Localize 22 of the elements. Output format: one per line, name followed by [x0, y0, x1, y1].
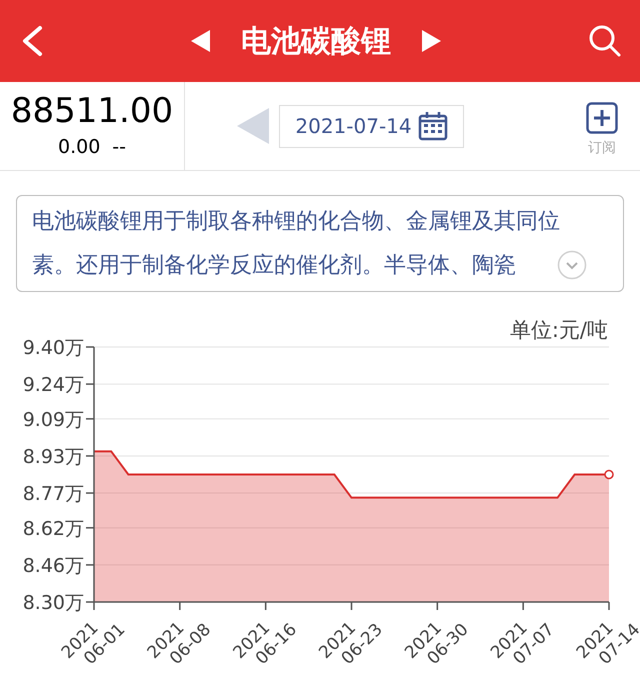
change-percent: --	[112, 134, 126, 160]
y-tick-label: 8.30万	[22, 592, 84, 614]
y-tick-label: 8.46万	[22, 554, 84, 577]
y-tick-label: 8.62万	[22, 518, 84, 540]
page-title: 电池碳酸锂	[241, 22, 391, 60]
calendar-icon[interactable]	[418, 111, 448, 141]
unit-label: 单位:元/吨	[510, 317, 608, 344]
y-tick-label: 9.40万	[22, 337, 84, 359]
description-text: 电池碳酸锂用于制取各种锂的化合物、金属锂及其同位素。还用于制备化学反应的催化剂。半导体、陶瓷	[31, 208, 561, 280]
y-tick-label: 9.09万	[22, 408, 84, 431]
back-icon[interactable]	[20, 25, 44, 57]
y-tick-label: 9.24万	[22, 374, 84, 396]
add-icon[interactable]	[586, 102, 618, 134]
price-value: 88511.00	[10, 90, 174, 131]
search-icon[interactable]	[588, 24, 622, 58]
change-value: 0.00	[58, 134, 100, 160]
next-icon[interactable]	[421, 30, 441, 52]
previous-icon[interactable]	[191, 30, 211, 52]
date-field[interactable]: 2021-07-14	[279, 104, 464, 148]
y-tick-label: 8.77万	[22, 483, 84, 506]
end-point-marker	[604, 470, 614, 480]
y-tick-label: 8.93万	[22, 446, 84, 468]
